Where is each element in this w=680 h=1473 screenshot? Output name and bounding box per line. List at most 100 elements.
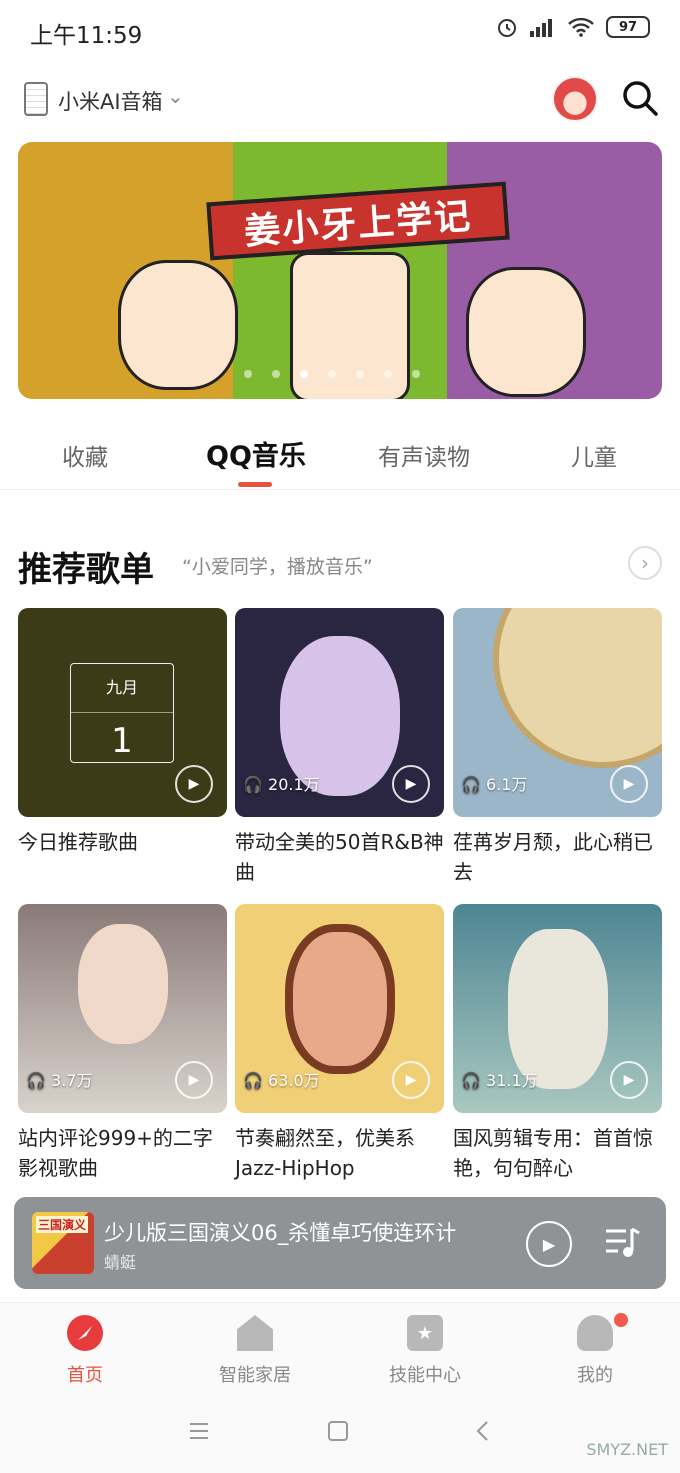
carousel-dot[interactable] <box>412 370 420 378</box>
status-time: 上午11:59 <box>30 23 143 49</box>
section-more-button[interactable]: › <box>628 546 662 580</box>
play-count-value: 20.1万 <box>268 775 320 794</box>
playlist-card[interactable]: 🎧 20.1万 ▶ 带动全美的50首R&B神曲 <box>235 608 444 887</box>
thumbnail-label: 三国演义 <box>36 1216 89 1233</box>
skills-star-icon: ★ <box>407 1315 443 1351</box>
carousel-dot[interactable] <box>356 370 364 378</box>
play-count: 🎧 63.0万 <box>243 1071 320 1090</box>
smart-home-icon <box>237 1315 273 1351</box>
carousel-dot[interactable] <box>300 370 308 378</box>
cartoon-face-right <box>466 267 586 397</box>
play-icon[interactable]: ▶ <box>610 765 648 803</box>
date-month: 九月 <box>105 678 138 697</box>
play-icon[interactable]: ▶ <box>175 765 213 803</box>
nav-profile-label: 我的 <box>577 1365 613 1386</box>
back-icon[interactable] <box>472 1420 494 1442</box>
playlist-title[interactable]: 国风剪辑专用：首首惊艳，句句醉心 <box>453 1123 662 1183</box>
home-icon <box>67 1315 103 1351</box>
playlist-cover[interactable]: 九月 1 ▶ <box>18 608 227 817</box>
status-icons: 97 <box>496 16 650 38</box>
playlist-cover[interactable]: 🎧 6.1万 ▶ <box>453 608 662 817</box>
play-icon[interactable]: ▶ <box>392 1061 430 1099</box>
now-playing-title: 少儿版三国演义06_杀懂卓巧使连环计 <box>104 1221 457 1245</box>
cartoon-face-left <box>118 260 238 390</box>
playlist-card[interactable]: 🎧 63.0万 ▶ 节奏翩然至，优美系Jazz-HipHop <box>235 904 444 1183</box>
carousel-dots <box>244 370 420 378</box>
system-nav-bar <box>0 1392 680 1473</box>
category-tabs: 收藏 QQ音乐 有声读物 儿童 <box>0 430 680 490</box>
search-icon[interactable] <box>620 78 660 118</box>
play-count: 🎧 6.1万 <box>461 775 528 794</box>
playlist-title[interactable]: 荏苒岁月颓，此心稍已去 <box>453 827 662 887</box>
tab-children[interactable]: 儿童 <box>571 438 617 472</box>
tab-qq-music[interactable]: QQ音乐 <box>206 434 306 473</box>
carousel-dot[interactable] <box>272 370 280 378</box>
chevron-down-icon[interactable]: ⌄ <box>167 84 184 108</box>
playlist-cover[interactable]: 🎧 31.1万 ▶ <box>453 904 662 1113</box>
clock-illustration <box>493 608 662 768</box>
mini-player[interactable]: 三国演义 少儿版三国演义06_杀懂卓巧使连环计 蜻蜓 ▶ <box>14 1197 666 1289</box>
profile-icon <box>577 1315 613 1351</box>
play-count-value: 6.1万 <box>486 775 528 794</box>
playlist-cover[interactable]: 🎧 63.0万 ▶ <box>235 904 444 1113</box>
play-icon[interactable]: ▶ <box>175 1061 213 1099</box>
play-button[interactable]: ▶ <box>526 1221 572 1267</box>
play-icon[interactable]: ▶ <box>392 765 430 803</box>
portrait-figure <box>508 929 608 1089</box>
now-playing-thumbnail[interactable]: 三国演义 <box>32 1212 94 1274</box>
portrait-face <box>285 924 395 1074</box>
notification-dot <box>614 1313 628 1327</box>
nav-smart-home-label: 智能家居 <box>219 1365 291 1386</box>
nav-skills-label: 技能中心 <box>389 1365 461 1386</box>
section-title: 推荐歌单 <box>18 550 154 590</box>
home-square-icon[interactable] <box>327 1420 349 1442</box>
nav-profile[interactable]: 我的 <box>510 1303 680 1393</box>
signal-icon <box>530 19 552 37</box>
play-icon[interactable]: ▶ <box>610 1061 648 1099</box>
nav-smart-home[interactable]: 智能家居 <box>170 1303 340 1393</box>
playlist-icon[interactable] <box>602 1223 642 1263</box>
playlist-cover[interactable]: 🎧 20.1万 ▶ <box>235 608 444 817</box>
playlist-title[interactable]: 带动全美的50首R&B神曲 <box>235 827 444 887</box>
play-count: 🎧 20.1万 <box>243 775 320 794</box>
carousel-dot[interactable] <box>328 370 336 378</box>
bottom-nav: 首页 智能家居 ★ 技能中心 我的 <box>0 1302 680 1392</box>
tab-indicator <box>238 482 272 487</box>
play-count-value: 63.0万 <box>268 1071 320 1090</box>
battery-level: 97 <box>618 19 638 35</box>
avatar[interactable] <box>552 76 598 122</box>
device-selector[interactable]: 小米AI音箱 <box>58 86 163 116</box>
battery-icon: 97 <box>606 16 650 38</box>
carousel-dot[interactable] <box>244 370 252 378</box>
playlist-card[interactable]: 🎧 6.1万 ▶ 荏苒岁月颓，此心稍已去 <box>453 608 662 887</box>
date-day: 1 <box>71 712 173 761</box>
alarm-icon <box>498 19 516 37</box>
nav-skills[interactable]: ★ 技能中心 <box>340 1303 510 1393</box>
tab-favorites[interactable]: 收藏 <box>62 438 108 472</box>
play-count: 🎧 3.7万 <box>26 1071 93 1090</box>
tab-audiobooks[interactable]: 有声读物 <box>378 438 470 472</box>
nav-home[interactable]: 首页 <box>0 1303 170 1393</box>
speaker-icon[interactable] <box>24 82 48 116</box>
play-count-value: 3.7万 <box>51 1071 93 1090</box>
now-playing-source: 蜻蜓 <box>104 1253 137 1272</box>
play-count: 🎧 31.1万 <box>461 1071 538 1090</box>
top-bar: 小米AI音箱 ⌄ <box>0 74 680 126</box>
playlist-card[interactable]: 🎧 31.1万 ▶ 国风剪辑专用：首首惊艳，句句醉心 <box>453 904 662 1183</box>
watermark: SMYZ.NET <box>586 1440 668 1459</box>
portrait-face <box>78 924 168 1044</box>
playlist-title[interactable]: 节奏翩然至，优美系Jazz-HipHop <box>235 1123 444 1183</box>
nav-home-label: 首页 <box>67 1365 103 1386</box>
playlist-card[interactable]: 🎧 3.7万 ▶ 站内评论999+的二字影视歌曲 <box>18 904 227 1183</box>
play-count-value: 31.1万 <box>486 1071 538 1090</box>
banner-carousel[interactable]: 姜小牙上学记 <box>18 142 662 399</box>
date-box: 九月 1 <box>70 663 174 763</box>
playlist-card[interactable]: 九月 1 ▶ 今日推荐歌曲 <box>18 608 227 857</box>
carousel-dot[interactable] <box>384 370 392 378</box>
playlist-title[interactable]: 站内评论999+的二字影视歌曲 <box>18 1123 227 1183</box>
menu-icon[interactable] <box>188 1420 210 1442</box>
playlist-title[interactable]: 今日推荐歌曲 <box>18 827 227 857</box>
playlist-cover[interactable]: 🎧 3.7万 ▶ <box>18 904 227 1113</box>
wifi-icon <box>568 17 594 37</box>
status-bar: 上午11:59 97 <box>0 0 680 62</box>
